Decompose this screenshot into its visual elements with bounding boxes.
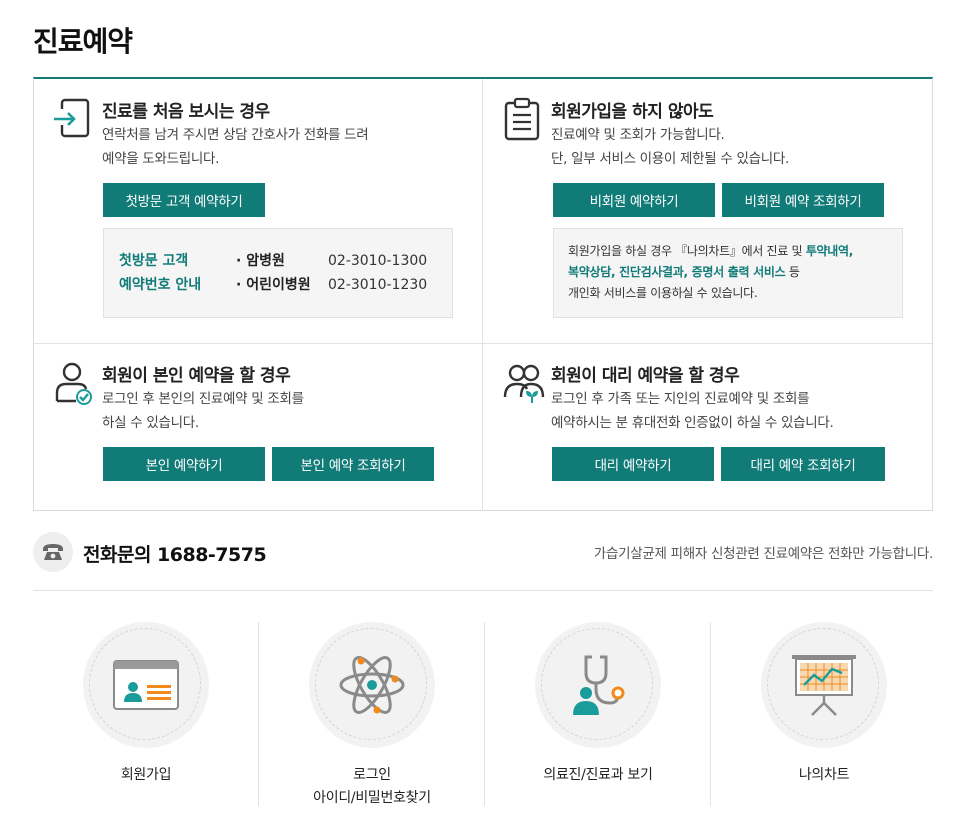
grid-divider-horizontal: [34, 343, 932, 344]
section-divider: [33, 590, 933, 591]
proxy-reservation-title: 회원이 대리 예약을 할 경우: [551, 366, 740, 386]
doctor-stethoscope-icon: [573, 655, 625, 715]
self-check-button[interactable]: 본인 예약 조회하기: [272, 447, 434, 481]
quick-link-signup[interactable]: 회원가입: [33, 622, 259, 806]
first-visit-description: 연락처를 남겨 주시면 상담 간호사가 전화를 드려 예약을 도와드립니다.: [102, 123, 369, 171]
quick-link-label: 의료진/진료과 보기: [485, 764, 711, 787]
contact-name: · 암병원: [236, 253, 285, 269]
info-line-2: 복약상담, 진단검사결과, 증명서 출력 서비스 등: [568, 262, 898, 283]
self-desc-line-2: 하실 수 있습니다.: [102, 415, 199, 431]
reservation-grid: 진료를 처음 보시는 경우 연락처를 남겨 주시면 상담 간호사가 전화를 드려…: [33, 77, 933, 511]
non-member-description: 진료예약 및 조회가 가능합니다. 단, 일부 서비스 이용이 제한될 수 있습…: [551, 123, 789, 171]
non-member-desc-line-2: 단, 일부 서비스 이용이 제한될 수 있습니다.: [551, 151, 789, 167]
mychart-label: 나의차트: [798, 767, 850, 783]
proxy-reservation-description: 로그인 후 가족 또는 지인의 진료예약 및 조회를 예약하시는 분 휴대전화 …: [551, 387, 834, 435]
atom-icon: [339, 656, 405, 714]
proxy-check-button[interactable]: 대리 예약 조회하기: [721, 447, 885, 481]
quick-link-circle: [761, 622, 887, 748]
proxy-desc-line-2: 예약하시는 분 휴대전화 인증없이 하실 수 있습니다.: [551, 415, 834, 431]
presentation-chart-icon: [792, 655, 856, 716]
non-member-reserve-button[interactable]: 비회원 예약하기: [553, 183, 715, 217]
info-text: 회원가입을 하실 경우 『나의차트』에서 진료 및: [568, 244, 806, 258]
non-member-check-button[interactable]: 비회원 예약 조회하기: [722, 183, 884, 217]
contact-list: · 암병원 02-3010-1300 · 어린이병원 02-3010-1230: [236, 249, 427, 297]
non-member-title: 회원가입을 하지 않아도: [551, 102, 714, 122]
non-member-desc-line-1: 진료예약 및 조회가 가능합니다.: [551, 127, 725, 143]
doctors-label: 의료진/진료과 보기: [543, 767, 653, 783]
user-check-icon: [54, 361, 94, 405]
signup-label: 회원가입: [120, 767, 172, 783]
browser-profile-icon: [113, 660, 179, 710]
contact-row: · 어린이병원 02-3010-1230: [236, 273, 427, 297]
quick-link-label: 나의차트: [711, 764, 937, 787]
quick-link-mychart[interactable]: 나의차트: [711, 622, 937, 806]
quick-link-label: 로그인 아이디/비밀번호찾기: [259, 764, 485, 810]
phone-number-label: 전화문의 1688-7575: [83, 544, 267, 566]
non-member-info-box: 회원가입을 하실 경우 『나의차트』에서 진료 및 투약내역, 복약상담, 진단…: [553, 228, 903, 318]
self-reserve-button[interactable]: 본인 예약하기: [103, 447, 265, 481]
first-visit-info-box: 첫방문 고객 예약번호 안내 · 암병원 02-3010-1300 · 어린이병…: [103, 228, 453, 318]
phone-inquiry: 전화문의 1688-7575 가습기살균제 피해자 신청관련 진료예약은 전화만…: [33, 530, 933, 574]
contact-row: · 암병원 02-3010-1300: [236, 249, 427, 273]
find-id-password-label: 아이디/비밀번호찾기: [313, 790, 431, 806]
non-member-section: 회원가입을 하지 않아도 진료예약 및 조회가 가능합니다. 단, 일부 서비스…: [503, 97, 923, 337]
phone-only-notice: 가습기살균제 피해자 신청관련 진료예약은 전화만 가능합니다.: [593, 546, 933, 562]
login-label: 로그인: [353, 767, 391, 783]
quick-link-label: 회원가입: [33, 764, 259, 787]
proxy-desc-line-1: 로그인 후 가족 또는 지인의 진료예약 및 조회를: [551, 391, 810, 407]
first-visit-section: 진료를 처음 보시는 경우 연락처를 남겨 주시면 상담 간호사가 전화를 드려…: [54, 97, 464, 337]
self-reservation-description: 로그인 후 본인의 진료예약 및 조회를 하실 수 있습니다.: [102, 387, 304, 435]
self-reservation-title: 회원이 본인 예약을 할 경우: [102, 366, 291, 386]
first-visit-info-title: 첫방문 고객 예약번호 안내: [119, 249, 201, 297]
first-visit-title: 진료를 처음 보시는 경우: [102, 102, 270, 122]
contact-phone: 02-3010-1300: [328, 253, 428, 269]
self-desc-line-1: 로그인 후 본인의 진료예약 및 조회를: [102, 391, 304, 407]
quick-link-login[interactable]: 로그인 아이디/비밀번호찾기: [259, 622, 485, 806]
first-visit-desc-line-1: 연락처를 남겨 주시면 상담 간호사가 전화를 드려: [102, 127, 369, 143]
info-highlight: 투약내역,: [805, 244, 854, 258]
quick-link-circle: [535, 622, 661, 748]
quick-link-circle: [309, 622, 435, 748]
clipboard-icon: [503, 97, 543, 141]
info-title-line-2: 예약번호 안내: [119, 277, 202, 293]
self-reservation-section: 회원이 본인 예약을 할 경우 로그인 후 본인의 진료예약 및 조회를 하실 …: [54, 361, 464, 501]
quick-link-doctors[interactable]: 의료진/진료과 보기: [485, 622, 711, 806]
grid-divider-vertical: [482, 79, 483, 511]
info-text: 등: [785, 265, 800, 279]
contact-phone: 02-3010-1230: [328, 277, 428, 293]
first-visit-desc-line-2: 예약을 도와드립니다.: [102, 151, 220, 167]
non-member-info-text: 회원가입을 하실 경우 『나의차트』에서 진료 및 투약내역, 복약상담, 진단…: [568, 241, 898, 304]
info-title-line-1: 첫방문 고객: [119, 253, 189, 269]
quick-link-circle: [83, 622, 209, 748]
proxy-reservation-section: 회원이 대리 예약을 할 경우 로그인 후 가족 또는 지인의 진료예약 및 조…: [503, 361, 923, 501]
users-icon: [503, 361, 545, 405]
info-highlight: 복약상담, 진단검사결과, 증명서 출력 서비스: [568, 265, 786, 279]
proxy-reserve-button[interactable]: 대리 예약하기: [552, 447, 714, 481]
info-line-3: 개인화 서비스를 이용하실 수 있습니다.: [568, 286, 758, 300]
telephone-icon: [33, 532, 73, 572]
first-visit-reserve-button[interactable]: 첫방문 고객 예약하기: [103, 183, 265, 217]
page-title: 진료예약: [33, 25, 133, 58]
contact-name: · 어린이병원: [236, 277, 311, 293]
info-line-1: 회원가입을 하실 경우 『나의차트』에서 진료 및 투약내역,: [568, 241, 898, 262]
enter-door-icon: [54, 97, 94, 141]
